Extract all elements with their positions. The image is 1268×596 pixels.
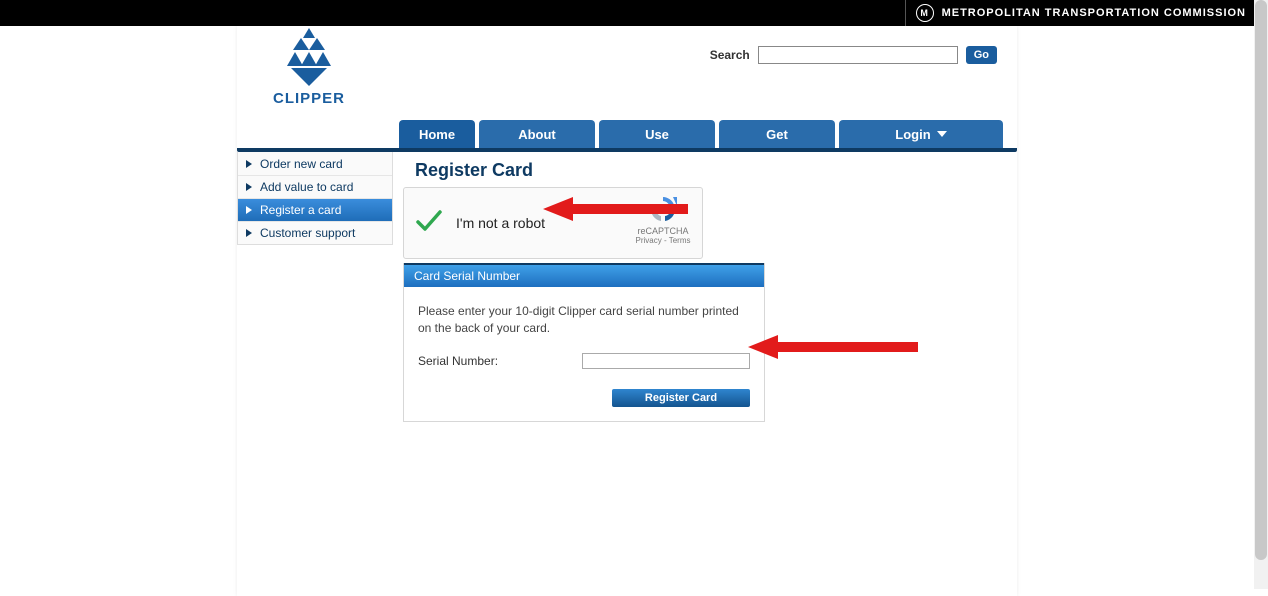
recaptcha-brand-text: reCAPTCHA (630, 226, 696, 236)
nav-tab-get[interactable]: Get (719, 120, 835, 148)
clipper-logo-icon (283, 28, 335, 88)
scrollbar-thumb[interactable] (1255, 0, 1267, 560)
serial-panel: Card Serial Number Please enter your 10-… (403, 263, 765, 422)
arrow-right-icon (246, 206, 252, 214)
serial-instruction: Please enter your 10-digit Clipper card … (418, 303, 750, 337)
recaptcha-icon (647, 194, 679, 224)
nav-tab-login-label: Login (895, 127, 930, 142)
sidebar-item-label: Order new card (260, 157, 343, 171)
sidebar-item-label: Add value to card (260, 180, 353, 194)
topbar-divider (905, 0, 906, 26)
top-bar: M METROPOLITAN TRANSPORTATION COMMISSION (0, 0, 1254, 26)
sidebar-item-add-value[interactable]: Add value to card (238, 175, 392, 198)
scrollbar[interactable] (1254, 0, 1268, 589)
logo-text: CLIPPER (273, 90, 345, 107)
nav-tab-home[interactable]: Home (399, 120, 475, 148)
recaptcha-links[interactable]: Privacy - Terms (630, 236, 696, 245)
page-title: Register Card (415, 160, 1001, 181)
search-go-button[interactable]: Go (966, 46, 997, 64)
nav-tab-login[interactable]: Login (839, 120, 1003, 148)
main-content: Register Card I'm not a robot reCAPTCH (393, 152, 1017, 438)
page-container: CLIPPER Search Go Home About Use Get Log… (237, 26, 1017, 596)
sidebar: Order new card Add value to card Registe… (237, 152, 393, 245)
nav-tab-use[interactable]: Use (599, 120, 715, 148)
recaptcha-brand: reCAPTCHA Privacy - Terms (630, 194, 696, 245)
sidebar-item-register-card[interactable]: Register a card (238, 198, 392, 221)
recaptcha-label: I'm not a robot (456, 215, 545, 231)
serial-panel-body: Please enter your 10-digit Clipper card … (404, 287, 764, 421)
serial-field-label: Serial Number: (418, 354, 498, 368)
search-label: Search (710, 48, 750, 62)
sidebar-item-label: Customer support (260, 226, 355, 240)
mtc-text: METROPOLITAN TRANSPORTATION COMMISSION (942, 7, 1246, 19)
header: CLIPPER Search Go (237, 26, 1017, 120)
body-columns: Order new card Add value to card Registe… (237, 152, 1017, 438)
main-nav: Home About Use Get Login (399, 120, 1017, 148)
nav-tab-about[interactable]: About (479, 120, 595, 148)
recaptcha-widget[interactable]: I'm not a robot reCAPTCHA Privacy - Term… (403, 187, 703, 259)
serial-number-input[interactable] (582, 353, 750, 369)
mtc-link[interactable]: M METROPOLITAN TRANSPORTATION COMMISSION (916, 4, 1254, 22)
sidebar-item-customer-support[interactable]: Customer support (238, 221, 392, 244)
arrow-right-icon (246, 229, 252, 237)
logo[interactable]: CLIPPER (273, 28, 345, 107)
annotation-arrow-2 (748, 332, 923, 362)
serial-field-row: Serial Number: (418, 353, 750, 369)
mtc-icon: M (916, 4, 934, 22)
serial-panel-header: Card Serial Number (404, 263, 764, 287)
sidebar-item-label: Register a card (260, 203, 341, 217)
arrow-right-icon (246, 160, 252, 168)
search-input[interactable] (758, 46, 958, 64)
search-area: Search Go (710, 46, 997, 64)
chevron-down-icon (937, 131, 947, 137)
sidebar-item-order-new-card[interactable]: Order new card (238, 152, 392, 175)
arrow-right-icon (246, 183, 252, 191)
register-card-button[interactable]: Register Card (612, 389, 750, 407)
checkmark-icon (414, 206, 444, 241)
